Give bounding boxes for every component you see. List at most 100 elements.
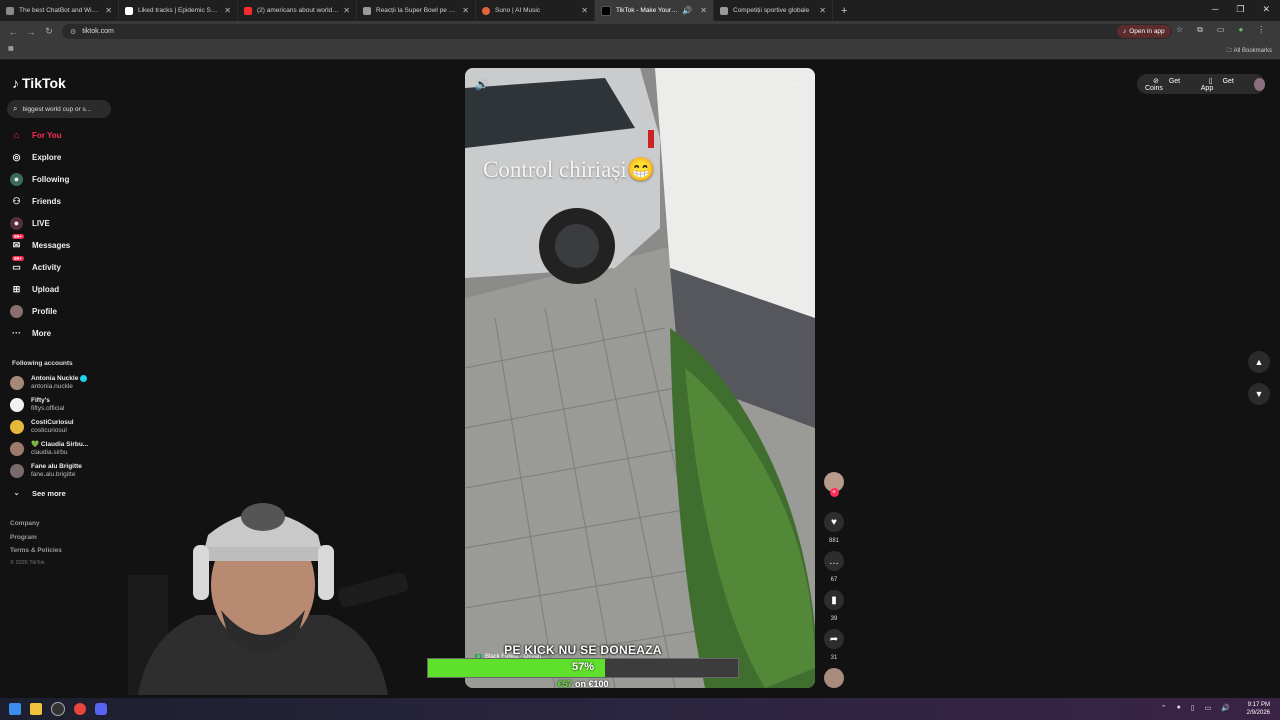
friends-icon: ⚇ [12, 195, 21, 206]
chrome-icon[interactable] [74, 703, 86, 715]
donation-title: PE KICK NU SE DONEAZA [504, 643, 662, 657]
more-icon: ··· [12, 328, 21, 338]
activity-icon: ▭ 99+ [12, 255, 24, 272]
forward-icon[interactable]: → [26, 27, 36, 37]
url-input[interactable]: ⚙ tiktok.com [62, 24, 1172, 39]
nav-live[interactable]: ● LIVE [10, 214, 50, 232]
get-app-button[interactable]: ▯ Get App [1201, 77, 1242, 92]
all-bookmarks-button[interactable]: 🗀 All Bookmarks [1226, 46, 1272, 56]
activity-badge: 99+ [12, 255, 24, 261]
account-item[interactable]: CostiCuriosul costicuriosul [10, 419, 74, 435]
browser-tab[interactable]: Competiții sportive globale ✕ [714, 0, 833, 21]
windows-start-icon[interactable] [9, 703, 21, 715]
nav-upload[interactable]: ⊞ Upload [10, 280, 59, 298]
browser-tab-active[interactable]: TikTok - Make Your Day 🔊 ✕ [595, 0, 714, 21]
tab-favicon-icon [244, 6, 252, 15]
tray-chevron-icon[interactable]: ⌃ [1161, 704, 1167, 712]
nav-profile[interactable]: Profile [10, 302, 57, 320]
account-item[interactable]: Fane alu Brigitte fane.alu.brigitte [10, 463, 82, 479]
account-item[interactable]: Fifty's fiftys.official [10, 397, 64, 413]
nav-following[interactable]: ● Following [10, 170, 69, 188]
display-icon[interactable]: ▭ [1205, 704, 1212, 712]
video-player[interactable]: Control chiriași😁 🔊 ··· ♪ Black Forest · … [465, 68, 815, 688]
more-options-icon[interactable]: ··· [790, 76, 805, 90]
creator-avatar[interactable]: + [822, 472, 846, 497]
speaker-icon[interactable]: 🔊 [1221, 704, 1230, 712]
profile-avatar-icon[interactable]: ● [1238, 25, 1243, 35]
music-disc-icon [824, 668, 844, 688]
close-tab-icon[interactable]: ✕ [343, 6, 350, 15]
back-icon[interactable]: ← [8, 27, 18, 37]
extensions-icon[interactable]: ⧉ [1197, 25, 1203, 35]
open-in-app-button[interactable]: ♪ Open in app [1117, 25, 1171, 38]
tiktok-logo[interactable]: ♪ TikTok [12, 75, 66, 91]
minimize-icon[interactable]: ─ [1212, 4, 1218, 15]
close-tab-icon[interactable]: ✕ [581, 6, 588, 15]
footer-program-link[interactable]: Program [10, 534, 37, 541]
bookmark-star-icon[interactable]: ☆ [1176, 25, 1183, 35]
chevron-up-icon: ▲ [1254, 357, 1264, 367]
discord-icon[interactable] [95, 703, 107, 715]
close-window-icon[interactable]: ✕ [1262, 4, 1270, 15]
speaker-tab-icon[interactable]: 🔊 [682, 6, 692, 15]
heart-icon: ♥ [824, 512, 844, 532]
bookmark-icon: ▮ [824, 590, 844, 610]
nav-activity[interactable]: ▭ 99+ Activity [10, 255, 61, 276]
browser-menu-icon[interactable]: ⋮ [1257, 25, 1265, 35]
maximize-icon[interactable]: ❐ [1236, 4, 1244, 15]
sound-disc[interactable] [822, 668, 846, 688]
browser-tab[interactable]: Liked tracks | Epidemic Sound ✕ [119, 0, 238, 21]
system-clock[interactable]: 9:17 PM 2/9/2026 [1247, 701, 1270, 717]
close-tab-icon[interactable]: ✕ [700, 6, 707, 15]
close-tab-icon[interactable]: ✕ [819, 6, 826, 15]
browser-tab[interactable]: Reacții la Super Bowl pe Kick ✕ [357, 0, 476, 21]
file-explorer-icon[interactable] [30, 703, 42, 715]
address-bar-row: ← → ↻ ⚙ tiktok.com [0, 21, 1280, 42]
next-video-button[interactable]: ▼ [1248, 383, 1270, 405]
apps-icon[interactable]: ▦ [8, 45, 14, 52]
share-button[interactable]: ➦ 31 [822, 629, 846, 661]
save-button[interactable]: ▮ 39 [822, 590, 846, 622]
close-tab-icon[interactable]: ✕ [105, 6, 112, 15]
avatar [10, 442, 24, 456]
close-tab-icon[interactable]: ✕ [462, 6, 469, 15]
footer-terms-link[interactable]: Terms & Policies [10, 547, 62, 554]
browser-tab[interactable]: Suno | AI Music ✕ [476, 0, 595, 21]
avatar [10, 376, 24, 391]
account-item[interactable]: Antonia Nuckle antonia.nuckle [10, 375, 88, 391]
tiktok-note-icon: ♪ [12, 75, 19, 91]
nav-more[interactable]: ··· More [10, 324, 51, 342]
share-icon: ➦ [824, 629, 844, 649]
site-info-icon[interactable]: ⚙ [70, 28, 76, 36]
search-input[interactable]: ⌕ biggest world cup or s... [7, 100, 111, 118]
cast-icon[interactable]: ▭ [1217, 25, 1225, 35]
user-avatar[interactable] [1253, 77, 1265, 91]
reload-icon[interactable]: ↻ [44, 26, 54, 37]
header-actions: ⊘ Get Coins ▯ Get App [1137, 74, 1265, 94]
previous-video-button[interactable]: ▲ [1248, 351, 1270, 373]
coin-icon: ⊘ [1153, 77, 1159, 85]
messages-badge: 99+ [12, 233, 24, 239]
like-button[interactable]: ♥ 881 [822, 512, 846, 544]
nav-friends[interactable]: ⚇ Friends [10, 192, 60, 210]
see-more-button[interactable]: ⌄ See more [10, 484, 66, 502]
volume-icon[interactable]: 🔊 [475, 78, 489, 91]
nav-explore[interactable]: ◎ Explore [10, 148, 62, 166]
new-tab-button[interactable]: + [841, 5, 847, 17]
account-item[interactable]: 💚 Claudia Sirbu... claudia.sirbu [10, 441, 88, 457]
nav-messages[interactable]: ✉ 99+ Messages [10, 233, 70, 254]
nav-for-you[interactable]: ⌂ For You [10, 126, 62, 144]
compass-icon: ◎ [12, 151, 21, 162]
footer-company-link[interactable]: Company [10, 520, 40, 527]
get-coins-button[interactable]: ⊘ Get Coins [1145, 77, 1193, 92]
comment-button[interactable]: … 67 [822, 551, 846, 583]
browser-tab[interactable]: (2) americans about world cup ✕ [238, 0, 357, 21]
steam-icon[interactable]: ● [1177, 704, 1181, 712]
mic-icon[interactable]: ▯ [1191, 704, 1195, 712]
copyright-text: © 2026 TikTok [10, 560, 45, 566]
close-tab-icon[interactable]: ✕ [224, 6, 231, 15]
follow-plus-icon[interactable]: + [829, 488, 839, 497]
browser-tab[interactable]: The best ChatBot and Widgets ✕ [0, 0, 119, 21]
tiktok-sidebar: ♪ TikTok ⌕ biggest world cup or s... ⌂ For… [0, 60, 120, 700]
obs-icon[interactable] [51, 702, 65, 716]
